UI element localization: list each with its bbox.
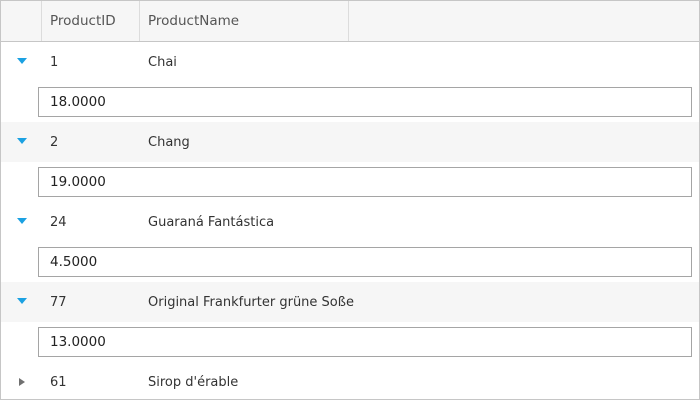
expanded-arrow-icon [16, 218, 27, 224]
grid-header: ProductID ProductName [1, 1, 699, 42]
unitprice-detail-field[interactable]: 4.5000 [38, 247, 692, 277]
productname-cell[interactable]: Original Frankfurter grüne Soße [140, 295, 440, 310]
unitprice-detail-field[interactable]: 18.0000 [38, 87, 692, 117]
row-expander[interactable] [1, 202, 42, 242]
table-row[interactable]: 77 Original Frankfurter grüne Soße [1, 282, 699, 322]
row-expander[interactable] [1, 282, 42, 322]
row-detail: 19.0000 [1, 162, 699, 202]
table-row[interactable]: 24 Guaraná Fantástica [1, 202, 699, 242]
productname-cell[interactable]: Chai [140, 55, 440, 70]
collapsed-arrow-icon [18, 378, 25, 386]
expanded-arrow-icon [16, 58, 27, 64]
row-detail: 13.0000 [1, 322, 699, 362]
productid-cell[interactable]: 2 [42, 135, 140, 150]
row-expander[interactable] [1, 362, 42, 399]
productid-cell[interactable]: 1 [42, 55, 140, 70]
header-filler [349, 1, 699, 41]
column-header-productname[interactable]: ProductName [140, 1, 349, 41]
table-row[interactable]: 2 Chang [1, 122, 699, 162]
row-expander[interactable] [1, 42, 42, 82]
productname-cell[interactable]: Sirop d'érable [140, 375, 440, 390]
productid-cell[interactable]: 77 [42, 295, 140, 310]
data-grid: ProductID ProductName 1 Chai 18.0000 2 C… [0, 0, 700, 400]
row-expander[interactable] [1, 122, 42, 162]
unitprice-detail-field[interactable]: 13.0000 [38, 327, 692, 357]
expanded-arrow-icon [16, 138, 27, 144]
header-indent-cell [1, 1, 42, 41]
productname-cell[interactable]: Chang [140, 135, 440, 150]
table-row[interactable]: 61 Sirop d'érable [1, 362, 699, 399]
productid-cell[interactable]: 24 [42, 215, 140, 230]
row-detail: 4.5000 [1, 242, 699, 282]
expanded-arrow-icon [16, 298, 27, 304]
table-row[interactable]: 1 Chai [1, 42, 699, 82]
unitprice-detail-field[interactable]: 19.0000 [38, 167, 692, 197]
productname-cell[interactable]: Guaraná Fantástica [140, 215, 440, 230]
column-header-productid[interactable]: ProductID [42, 1, 140, 41]
row-detail: 18.0000 [1, 82, 699, 122]
productid-cell[interactable]: 61 [42, 375, 140, 390]
